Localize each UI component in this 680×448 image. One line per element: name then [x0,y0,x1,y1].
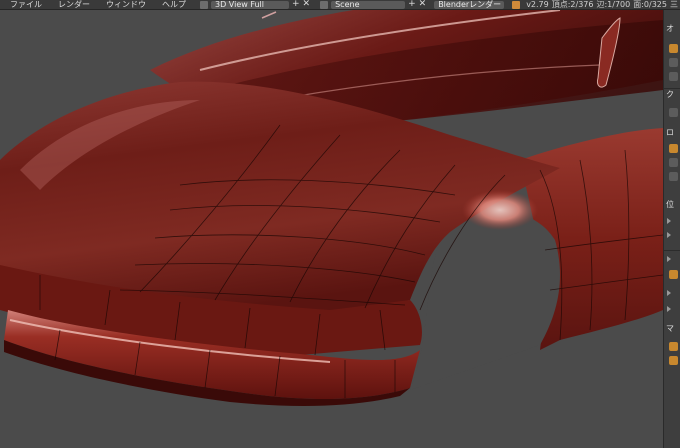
object-data-icon[interactable] [669,144,678,153]
object-icon[interactable] [669,44,678,53]
remove-layout-icon[interactable]: ✕ [303,0,311,9]
expand-arrow-icon[interactable] [667,256,671,262]
props-label-1: オ [666,24,674,33]
props-label-3: ロ [666,128,674,137]
add-layout-icon[interactable]: + [292,0,300,9]
remove-scene-icon[interactable]: ✕ [419,0,427,9]
add-scene-icon[interactable]: + [408,0,416,9]
version-label: v2.79 [526,0,549,9]
props-toggle-5[interactable] [669,172,678,181]
props-label-4: 位 [666,200,674,209]
menu-file[interactable]: ファイル [2,0,50,9]
props-toggle-1[interactable] [669,58,678,67]
header-overflow: 三 [669,0,678,9]
menu-help[interactable]: ヘルプ [154,0,194,9]
car-body-render [0,10,663,406]
main-menu: ファイル レンダー ウィンドウ ヘルプ [2,0,194,9]
scene-icon[interactable] [320,0,329,9]
props-toggle-4[interactable] [669,158,678,167]
faces-stat: 面:0/325 [633,0,667,9]
props-toggle-3[interactable] [669,108,678,117]
props-divider [664,88,680,89]
expand-arrow-icon[interactable] [667,290,671,296]
expand-arrow-icon[interactable] [667,232,671,238]
checkbox-icon[interactable] [669,356,678,365]
info-header: ファイル レンダー ウィンドウ ヘルプ 3D View Full + ✕ Sce… [0,0,680,10]
blender-logo-icon [512,0,521,9]
edges-stat: 辺:1/700 [596,0,631,9]
expand-arrow-icon[interactable] [667,306,671,312]
menu-window[interactable]: ウィンドウ [98,0,154,9]
props-divider [664,250,680,251]
scene-field[interactable]: Scene [331,0,406,9]
props-label-5: マ [666,324,674,333]
screen-layout-field[interactable]: 3D View Full [211,0,289,9]
props-label-2: ク [666,90,674,99]
expand-arrow-icon[interactable] [667,218,671,224]
properties-panel: オ ク ロ 位 マ [663,10,680,448]
material-icon[interactable] [669,270,678,279]
props-toggle-2[interactable] [669,72,678,81]
verts-stat: 頂点:2/376 [551,0,594,9]
render-engine-select[interactable]: Blenderレンダー [434,0,505,9]
menu-render[interactable]: レンダー [50,0,98,9]
texture-icon[interactable] [669,342,678,351]
3d-viewport[interactable] [0,10,663,448]
screen-layout-icon[interactable] [200,0,208,9]
